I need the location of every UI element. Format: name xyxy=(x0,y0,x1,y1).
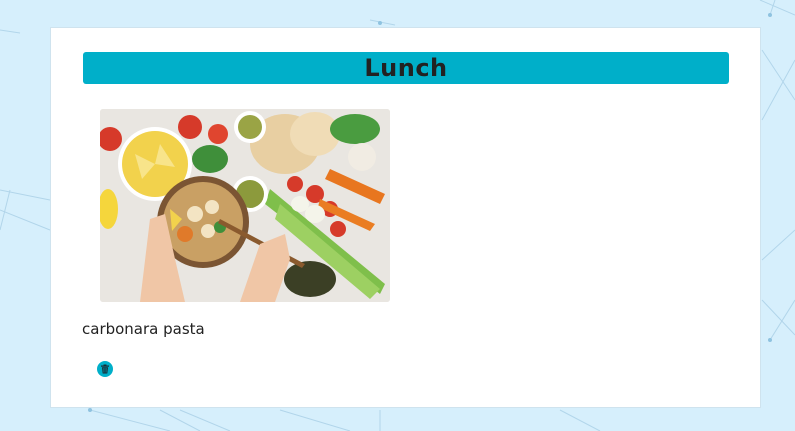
meal-title-bar: Lunch xyxy=(83,52,729,84)
meal-title: Lunch xyxy=(364,54,448,82)
trash-icon xyxy=(101,364,109,374)
dish-name: carbonara pasta xyxy=(82,320,205,338)
delete-button[interactable] xyxy=(97,361,113,377)
meal-photo xyxy=(100,109,390,302)
meal-card: Lunch carbonara pasta xyxy=(50,27,761,408)
